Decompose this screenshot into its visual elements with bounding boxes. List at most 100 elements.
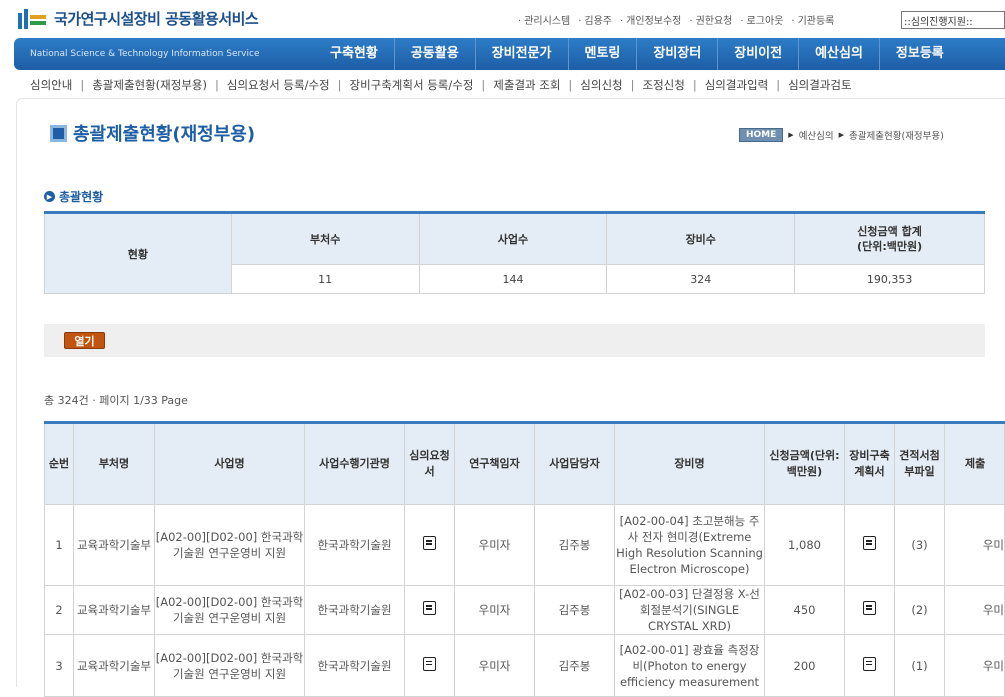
subnav-result-review[interactable]: 심의결과검토 xyxy=(780,77,859,93)
col-header: 견적서첨부파일 xyxy=(894,422,945,505)
cell-org: 한국과학기술원 xyxy=(304,634,405,697)
open-button[interactable]: 열기 xyxy=(64,332,105,349)
cell-no: 1 xyxy=(44,504,74,586)
summary-value-projects: 144 xyxy=(418,264,608,294)
col-header: 장비구축계획서 xyxy=(844,422,895,505)
cell-ministry: 교육과학기술부 xyxy=(73,504,155,586)
cell-submit: 우미 xyxy=(944,634,1005,697)
subnav-summary[interactable]: 총괄제출현황(재정부용) xyxy=(84,77,215,93)
cell-project[interactable]: [A02-00][D02-00] 한국과학기술원 연구운영비 지원 xyxy=(154,504,305,586)
summary-header: 장비수 xyxy=(606,212,796,265)
section-bullet-icon: ▶ xyxy=(44,191,55,202)
cell-org: 한국과학기술원 xyxy=(304,585,405,635)
cell-researcher: 우미자 xyxy=(454,585,535,635)
nav-item-budget-review[interactable]: 예산심의 xyxy=(798,38,879,70)
col-header: 사업수행기관명 xyxy=(304,422,405,505)
nav-item-experts[interactable]: 장비전문가 xyxy=(474,38,568,70)
col-header: 장비명 xyxy=(614,422,765,505)
cell-manager: 김주봉 xyxy=(534,585,615,635)
cell-submit: 우미 xyxy=(944,585,1005,635)
subnav-adjust[interactable]: 조정신청 xyxy=(635,77,693,93)
cell-amount: 450 xyxy=(764,585,845,635)
cell-ministry: 교육과학기술부 xyxy=(73,634,155,697)
sub-nav: 심의안내 | 총괄제출현황(재정부용) | 심의요청서 등록/수정 | 장비구축계획서… xyxy=(0,74,1005,96)
col-header: 연구책임자 xyxy=(454,422,535,505)
cell-files[interactable]: (1) xyxy=(894,634,945,697)
main-nav: National Science & Technology Informatio… xyxy=(14,38,1005,70)
cell-researcher: 우미자 xyxy=(454,634,535,697)
nav-item-mentoring[interactable]: 멘토링 xyxy=(567,38,637,70)
subnav-result-view[interactable]: 제출결과 조회 xyxy=(485,77,568,93)
role-select-value: ::심의진행지원:: xyxy=(904,17,973,28)
cell-amount: 200 xyxy=(764,634,845,697)
section-title: 총괄현황 xyxy=(59,190,104,204)
summary-header: 신청금액 합계 (단위:백만원) xyxy=(794,212,985,265)
cell-equipment[interactable]: [A02-00-01] 광효율 측정장비(Photon to energy ef… xyxy=(614,634,765,697)
cell-equipment[interactable]: [A02-00-04] 초고분해능 주사 전자 현미경(Extreme High… xyxy=(614,504,765,586)
util-link-admin[interactable]: 관리시스템 xyxy=(518,12,570,27)
top-bar: 국가연구시설장비 공동활용서비스 관리시스템 김용주 개인정보수정 권한요청 로… xyxy=(0,0,1005,38)
cell-manager: 김주봉 xyxy=(534,504,615,586)
col-header: 부처명 xyxy=(73,422,155,505)
util-link-user[interactable]: 김용주 xyxy=(578,12,612,27)
subnav-guide[interactable]: 심의안내 xyxy=(30,77,80,93)
document-icon[interactable] xyxy=(423,656,436,671)
util-link-org-register[interactable]: 기관등록 xyxy=(791,12,835,27)
cell-equipment[interactable]: [A02-00-03] 단결정용 X-선 회절분석기(SINGLE CRYSTA… xyxy=(614,585,765,635)
summary-value-equipment: 324 xyxy=(606,264,796,294)
col-header: 순번 xyxy=(44,422,74,505)
subnav-apply[interactable]: 심의신청 xyxy=(572,77,630,93)
cell-files[interactable]: (3) xyxy=(894,504,945,586)
site-logo[interactable]: 국가연구시설장비 공동활용서비스 xyxy=(18,8,259,29)
nav-item-market[interactable]: 장비장터 xyxy=(636,38,717,70)
submission-table: 순번 부처명 사업명 사업수행기관명 심의요청서 연구책임자 사업담당자 장비명… xyxy=(44,421,1005,697)
subnav-plan-edit[interactable]: 장비구축계획서 등록/수정 xyxy=(341,77,481,93)
cell-plan-doc xyxy=(844,504,895,586)
document-icon[interactable] xyxy=(863,656,876,671)
breadcrumb-arrow-icon: ▶ xyxy=(788,131,794,139)
document-icon[interactable] xyxy=(423,601,436,615)
cell-no: 2 xyxy=(44,585,74,635)
cell-ministry: 교육과학기술부 xyxy=(73,585,155,635)
cell-submit: 우미 xyxy=(944,504,1005,586)
nav-subtitle: National Science & Technology Informatio… xyxy=(30,49,260,59)
cell-project[interactable]: [A02-00][D02-00] 한국과학기술원 연구운영비 지원 xyxy=(154,634,305,697)
col-header: 심의요청서 xyxy=(404,422,455,505)
util-link-logout[interactable]: 로그아웃 xyxy=(740,12,784,27)
summary-value-ministries: 11 xyxy=(230,264,420,294)
nav-item-construction[interactable]: 구축현황 xyxy=(314,38,394,70)
util-link-profile[interactable]: 개인정보수정 xyxy=(620,12,681,27)
document-icon[interactable] xyxy=(863,536,876,550)
summary-header: 부처수 xyxy=(230,212,420,265)
subnav-result-input[interactable]: 심의결과입력 xyxy=(697,77,776,93)
nav-item-transfer[interactable]: 장비이전 xyxy=(717,38,798,70)
role-select[interactable]: ::심의진행지원:: xyxy=(901,11,1005,29)
summary-table: 현황 부처수 사업수 장비수 신청금액 합계 (단위:백만원) 11 144 3… xyxy=(44,211,985,294)
cell-manager: 김주봉 xyxy=(534,634,615,697)
table-row[interactable]: 2 교육과학기술부 [A02-00][D02-00] 한국과학기술원 연구운영비… xyxy=(44,585,1005,635)
cell-project[interactable]: [A02-00][D02-00] 한국과학기술원 연구운영비 지원 xyxy=(154,585,305,635)
document-icon[interactable] xyxy=(863,601,876,615)
table-row[interactable]: 3 교육과학기술부 [A02-00][D02-00] 한국과학기술원 연구운영비… xyxy=(44,634,1005,697)
breadcrumb-arrow-icon: ▶ xyxy=(838,131,845,139)
document-icon[interactable] xyxy=(423,536,436,550)
nav-item-registration[interactable]: 정보등록 xyxy=(878,38,960,70)
subnav-request-edit[interactable]: 심의요청서 등록/수정 xyxy=(219,77,338,93)
utility-links: 관리시스템 김용주 개인정보수정 권한요청 로그아웃 기관등록 xyxy=(518,12,834,27)
nav-item-sharing[interactable]: 공동활용 xyxy=(393,38,475,70)
table-header-row: 순번 부처명 사업명 사업수행기관명 심의요청서 연구책임자 사업담당자 장비명… xyxy=(44,422,1005,505)
col-header: 제출 xyxy=(944,422,1005,505)
site-title: 국가연구시설장비 공동활용서비스 xyxy=(54,10,259,28)
table-row[interactable]: 1 교육과학기술부 [A02-00][D02-00] 한국과학기술원 연구운영비… xyxy=(44,504,1005,586)
cell-files[interactable]: (2) xyxy=(894,585,945,635)
breadcrumb-item[interactable]: 예산심의 xyxy=(799,128,834,142)
cell-plan-doc xyxy=(844,634,895,697)
col-header: 사업명 xyxy=(154,422,305,505)
cell-request-doc xyxy=(404,585,455,635)
col-header: 사업담당자 xyxy=(534,422,615,505)
home-button[interactable]: HOME xyxy=(739,128,784,142)
summary-value-amount: 190,353 xyxy=(794,264,985,294)
util-link-permission[interactable]: 권한요청 xyxy=(689,12,733,27)
page-title-block: 총괄제출현황(재정부용) xyxy=(50,120,255,146)
page-title: 총괄제출현황(재정부용) xyxy=(73,124,256,145)
